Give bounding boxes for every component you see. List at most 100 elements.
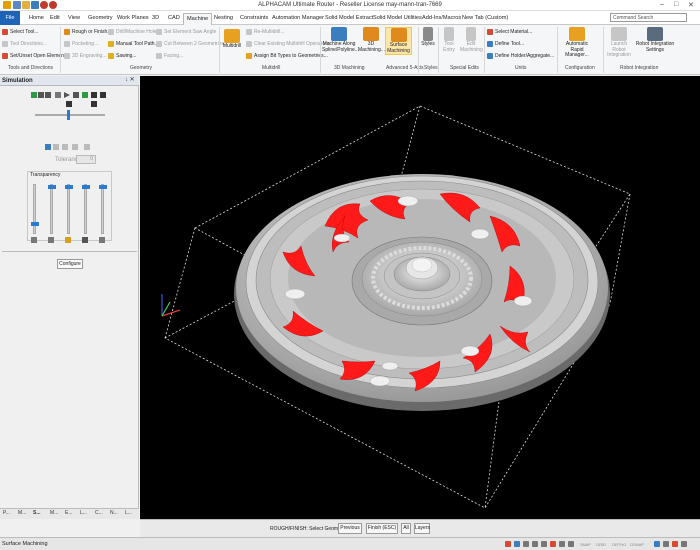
surface-machining-button[interactable]: Surface Machining [385,27,412,56]
mode-d-icon[interactable] [72,144,78,150]
osnap-indicator[interactable]: OSNAP [630,542,644,547]
transparency-thumb[interactable] [99,185,107,189]
status-icon-11[interactable] [672,541,678,547]
transparency-slider-3[interactable] [65,184,73,234]
3d-machining-button[interactable]: 3D Machining... [358,27,385,53]
minimize-icon[interactable]: – [660,1,664,8]
tab-solid-model-utilities[interactable]: Solid Model Utilities [370,13,425,25]
3d-engraving-button[interactable]: 3D Engraving... [64,53,106,59]
configure-button[interactable]: Configure [57,259,83,269]
transparency-slider-5[interactable] [99,184,107,234]
pane-tab-e[interactable]: E... [65,510,73,516]
mode-b-icon[interactable] [53,144,59,150]
tab-cad[interactable]: CAD [165,13,183,25]
pane-tab-l2[interactable]: L... [125,510,132,516]
select-material-button[interactable]: Select Material... [487,29,532,35]
pane-tab-m2[interactable]: M... [50,510,58,516]
tab-new-tab-custom[interactable]: New Tab (Custom) [459,13,511,25]
tab-edit[interactable]: Edit [47,13,63,25]
view-mode-icon[interactable] [45,144,51,150]
viewport-canvas[interactable] [140,76,700,519]
status-icon-7[interactable] [559,541,565,547]
define-holder-button[interactable]: Define Holder/Aggregate... [487,53,554,59]
close-icon[interactable]: ✕ [688,1,694,9]
tab-nesting[interactable]: Nesting [211,13,236,25]
status-icon-10[interactable] [663,541,669,547]
tool-entry-button[interactable]: Tool Entry [440,27,458,53]
edit-machining-button[interactable]: Edit Machining [460,27,483,53]
select-tool-button[interactable]: Select Tool... [2,29,39,35]
rewind-icon[interactable] [45,92,51,98]
drill-machine-holes-button[interactable]: Drill/Machine Holes [108,29,159,35]
grid-indicator[interactable]: GRID [596,542,606,547]
tab-constraints[interactable]: Constraints [237,13,271,25]
manual-tool-path-button[interactable]: Manual Tool Path... [108,41,159,47]
pane-tab-n[interactable]: N... [110,510,118,516]
cut-between-geometries-button[interactable]: Cut Between 2 Geometries... [156,41,228,47]
assign-bit-types-button[interactable]: Assign Bit Types to Geometries... [246,53,328,59]
mid-control-icon[interactable] [66,101,72,107]
launch-robot-integration-button[interactable]: Launch Robot Integration [605,27,633,59]
machine-along-spline-button[interactable]: Machine Along Spline/Polyline... [322,27,359,53]
status-icon-5[interactable] [541,541,547,547]
transparency-thumb[interactable] [31,222,39,226]
end-icon[interactable] [82,92,88,98]
tab-add-ins-macros[interactable]: Add-Ins/Macros [419,13,464,25]
status-icon-3[interactable] [523,541,529,547]
facing-button[interactable]: Facing... [156,53,183,59]
grid-view-icon[interactable] [91,92,97,98]
pane-tab-c[interactable]: C... [95,510,103,516]
tolerance-input[interactable]: 0 [76,155,96,164]
transparency-thumb[interactable] [65,185,73,189]
status-icon-8[interactable] [568,541,574,547]
mode-e-icon[interactable] [84,144,90,150]
previous-button[interactable]: Previous [338,523,362,534]
speed-icon[interactable] [31,92,37,98]
layers-button[interactable]: Layers [414,523,430,534]
transparency-thumb[interactable] [48,185,56,189]
tab-view[interactable]: View [65,13,83,25]
automatic-rapid-manager-button[interactable]: Automatic Rapid Manager... [559,27,595,59]
define-tool-button[interactable]: Define Tool... [487,41,524,47]
set-element-saw-angle-button[interactable]: Set Element Saw Angle [156,29,216,35]
step-back-icon[interactable] [38,92,44,98]
play-icon[interactable] [64,92,70,98]
simulation-progress-thumb[interactable] [67,110,70,120]
simulation-progress-track[interactable] [35,114,105,116]
styles-button[interactable]: Styles [420,27,436,48]
multidrill-button[interactable]: Multidrill [221,29,243,50]
maximize-icon[interactable]: □ [674,1,678,8]
toggle-icon[interactable] [91,101,97,107]
pause-icon[interactable] [55,92,61,98]
tab-automation-manager[interactable]: Automation Manager [269,13,327,25]
finish-button[interactable]: Finish (ESC) [366,523,398,534]
tab-3d[interactable]: 3D [149,13,162,25]
re-multidrill-button[interactable]: Re-Multidrill... [246,29,285,35]
transparency-thumb[interactable] [82,185,90,189]
clear-multidrill-button[interactable]: Clear Existing Multidrill Operations [246,41,330,47]
pane-tab-p[interactable]: P... [3,510,10,516]
pane-tab-m[interactable]: M... [18,510,26,516]
3d-viewport[interactable] [140,76,700,519]
transparency-slider-4[interactable] [82,184,90,234]
status-icon-2[interactable] [514,541,520,547]
pane-tab-l[interactable]: L... [80,510,87,516]
status-icon-4[interactable] [532,541,538,547]
status-icon-1[interactable] [505,541,511,547]
pocketing-button[interactable]: Pocketing... [64,41,98,47]
robot-integration-settings-button[interactable]: Robot Integration Settings [635,27,675,53]
rough-or-finish-button[interactable]: Rough or Finish... [64,29,111,35]
snap-indicator[interactable]: SNAP [580,542,591,547]
all-button[interactable]: All [401,523,411,534]
status-icon-12[interactable] [681,541,687,547]
ortho-indicator[interactable]: ORTHO [612,542,626,547]
tab-work-planes[interactable]: Work Planes [114,13,152,25]
tab-machine[interactable]: Machine [183,13,213,25]
set-unset-open-elements-button[interactable]: Set/Unset Open Elements [2,53,68,59]
mode-c-icon[interactable] [62,144,68,150]
tab-file[interactable]: File [0,11,20,25]
command-search-input[interactable]: Command Search [610,13,687,22]
tool-directions-button[interactable]: Tool Directions... [2,41,47,47]
tab-home[interactable]: Home [26,13,47,25]
status-icon-6[interactable] [550,541,556,547]
